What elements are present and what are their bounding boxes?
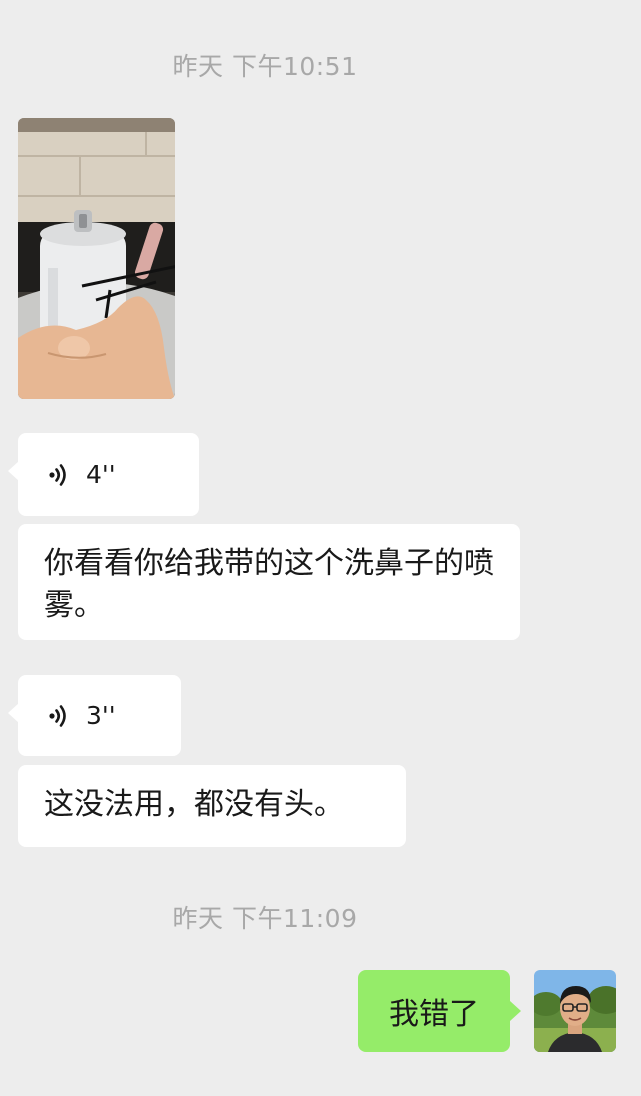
timestamp: 昨天 下午11:09 bbox=[172, 904, 358, 933]
photo-message[interactable] bbox=[18, 118, 175, 399]
user-avatar-photo bbox=[534, 970, 616, 1052]
spray-can-photo bbox=[18, 118, 175, 399]
voice-wave-icon bbox=[49, 704, 66, 727]
avatar[interactable] bbox=[534, 970, 616, 1052]
voice-duration: 4'' bbox=[86, 460, 116, 489]
text-message[interactable]: 你看看你给我带的这个洗鼻子的喷雾。 bbox=[18, 524, 520, 640]
timestamp: 昨天 下午10:51 bbox=[172, 52, 358, 81]
message-text: 你看看你给我带的这个洗鼻子的喷雾。 bbox=[44, 546, 494, 623]
message-text: 我错了 bbox=[389, 997, 479, 1032]
sent-text-message[interactable]: 我错了 bbox=[358, 970, 521, 1052]
message-text: 这没法用，都没有头。 bbox=[44, 787, 344, 822]
voice-message[interactable]: 4'' bbox=[8, 433, 199, 516]
text-message[interactable]: 这没法用，都没有头。 bbox=[18, 765, 406, 847]
voice-wave-icon bbox=[49, 463, 66, 486]
voice-message[interactable]: 3'' bbox=[8, 675, 181, 756]
voice-duration: 3'' bbox=[86, 701, 116, 730]
